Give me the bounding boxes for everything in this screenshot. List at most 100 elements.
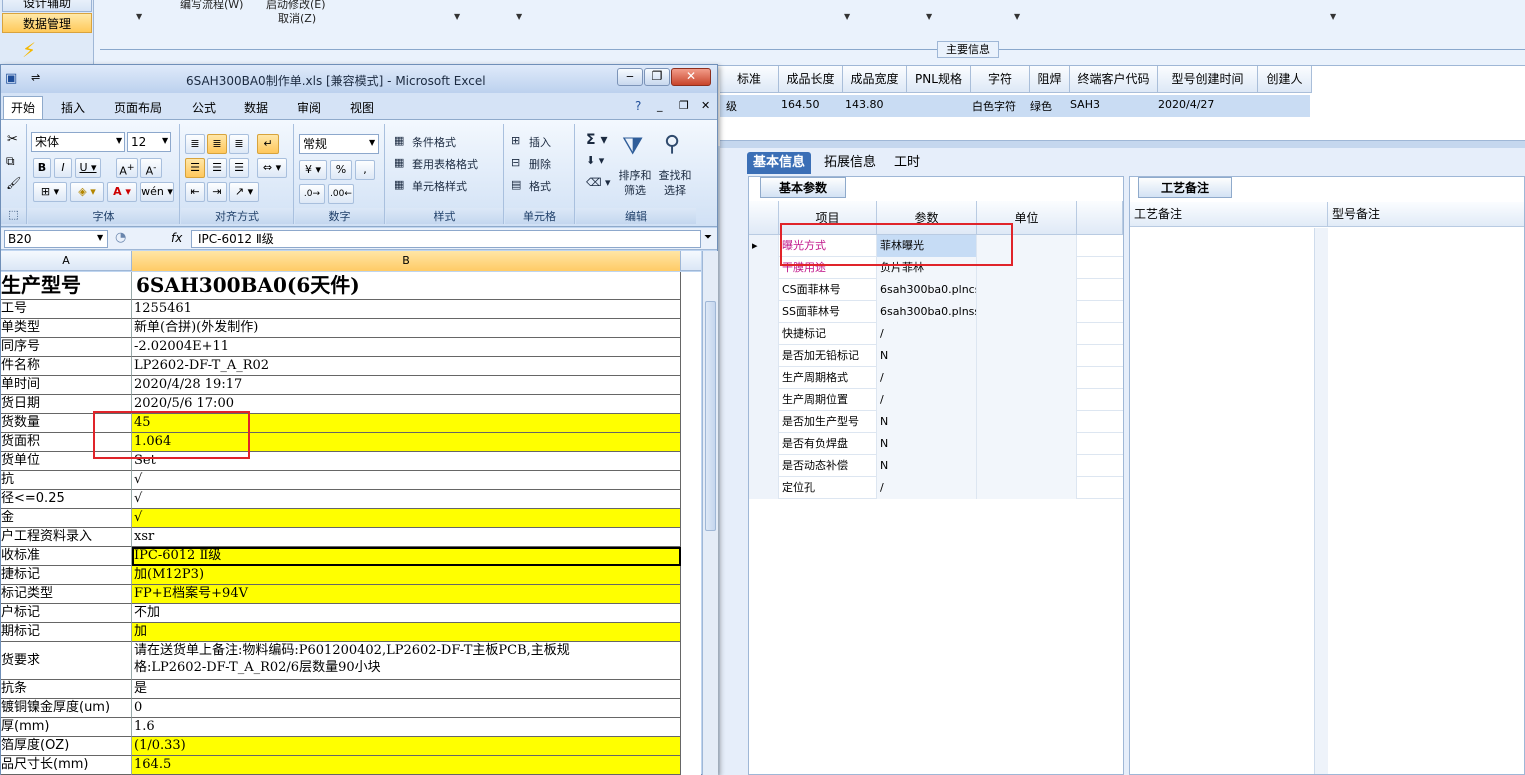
orientation-icon[interactable]: ↗ ▾ — [229, 182, 259, 202]
clear-icon[interactable]: ⌫ ▾ — [586, 176, 611, 189]
cell-b[interactable]: 1.6 — [132, 718, 681, 737]
number-format-select[interactable]: 常规 — [299, 134, 379, 154]
param-unit[interactable] — [977, 367, 1077, 389]
scroll-thumb[interactable] — [705, 301, 716, 531]
shrink-font-icon[interactable]: A- — [140, 158, 162, 178]
font-color-icon[interactable]: A ▾ — [107, 182, 137, 202]
nav-design-aid[interactable]: 设计辅助 — [2, 0, 92, 12]
italic-icon[interactable]: I — [54, 158, 72, 178]
sheet-row[interactable]: 径<=0.25 √ — [1, 490, 701, 509]
worksheet[interactable]: 生产型号 6SAH300BA0(6天件) 工号 1255461 单类型 新单(合拼)(外发… — [1, 272, 701, 775]
param-value[interactable]: N — [877, 411, 977, 433]
quick-access-icon[interactable]: ⇌ — [31, 71, 40, 84]
cell-a[interactable]: 货要求 — [1, 642, 132, 680]
cell-b[interactable]: LP2602-DF-T_A_R02 — [132, 357, 681, 376]
close-button[interactable]: ✕ — [671, 68, 711, 86]
current-row-icon[interactable]: ▸ — [749, 235, 779, 257]
cell-b[interactable]: xsr — [132, 528, 681, 547]
grow-font-icon[interactable]: A+ — [116, 158, 138, 178]
sort-filter-button[interactable]: 排序和筛选 — [616, 168, 654, 198]
param-value[interactable]: / — [877, 367, 977, 389]
col-header-process-notes[interactable]: 工艺备注 — [1130, 202, 1328, 227]
sheet-row[interactable]: 标记类型 FP+E档案号+94V — [1, 585, 701, 604]
nav-data-management[interactable]: 数据管理 — [2, 13, 92, 33]
cell-a[interactable]: 件名称 — [1, 357, 132, 376]
underline-icon[interactable]: U ▾ — [75, 158, 101, 178]
grid-header[interactable]: 成品宽度 — [843, 66, 907, 93]
fill-color-icon[interactable]: ◈ ▾ — [70, 182, 104, 202]
sheet-row[interactable]: 捷标记 加(M12P3) — [1, 566, 701, 585]
currency-icon[interactable]: ¥ ▾ — [299, 160, 327, 180]
dropdown-arrow-icon[interactable]: ▼ — [1330, 12, 1336, 21]
cell-a[interactable]: 单时间 — [1, 376, 132, 395]
param-value[interactable]: / — [877, 323, 977, 345]
sheet-row[interactable]: 工号 1255461 — [1, 300, 701, 319]
cell-b[interactable]: 2020/4/28 19:17 — [132, 376, 681, 395]
tab-data[interactable]: 数据 — [244, 99, 268, 116]
sheet-row[interactable]: 期标记加 — [1, 623, 701, 642]
cell-a[interactable]: 生产型号 — [1, 272, 132, 300]
cell-a[interactable]: 品尺寸长(mm) — [1, 756, 132, 775]
cell-b[interactable]: 不加 — [132, 604, 681, 623]
decrease-decimal-icon[interactable]: .00← — [328, 184, 354, 204]
dropdown-arrow-icon[interactable]: ▼ — [844, 12, 850, 21]
table-row[interactable]: 生产周期格式 / — [749, 367, 1123, 389]
cell-b[interactable]: IPC-6012 Ⅱ级 — [132, 547, 681, 566]
cell-b[interactable]: 0 — [132, 699, 681, 718]
cell-a[interactable]: 箔厚度(OZ) — [1, 737, 132, 756]
cell-b[interactable]: √ — [132, 509, 681, 528]
sort-filter-icon[interactable]: ⧩ — [622, 132, 643, 160]
scrollbar[interactable] — [1314, 228, 1328, 774]
bold-icon[interactable]: B — [33, 158, 51, 178]
sheet-row[interactable]: 箔厚度(OZ) (1/0.33) — [1, 737, 701, 756]
cell-a[interactable]: 捷标记 — [1, 566, 132, 585]
table-row[interactable]: 是否加无铅标记 N — [749, 345, 1123, 367]
ribbon-close-icon[interactable]: ✕ — [701, 99, 710, 112]
cell-b[interactable]: 新单(合拼)(外发制作) — [132, 319, 681, 338]
vertical-scrollbar[interactable] — [702, 251, 718, 775]
param-unit[interactable] — [977, 477, 1077, 499]
increase-decimal-icon[interactable]: .0→ — [299, 184, 325, 204]
cell-b[interactable]: 是 — [132, 680, 681, 699]
param-value[interactable]: / — [877, 477, 977, 499]
row-indicator[interactable] — [749, 367, 779, 389]
cell-b[interactable]: 6SAH300BA0(6天件) — [132, 272, 681, 300]
font-name-select[interactable]: 宋体 — [31, 132, 125, 152]
param-value[interactable]: N — [877, 455, 977, 477]
table-format-button[interactable]: 套用表格格式 — [412, 156, 478, 172]
binoculars-icon[interactable]: ⚲ — [664, 132, 680, 157]
grid-header[interactable]: 创建人 — [1258, 66, 1312, 93]
dropdown-arrow-icon[interactable]: ▼ — [454, 12, 460, 21]
delete-icon[interactable]: ⊟ — [511, 156, 520, 169]
sheet-row[interactable]: 同序号 -2.02004E+11 — [1, 338, 701, 357]
table-row[interactable]: 生产周期位置 / — [749, 389, 1123, 411]
formula-input[interactable]: IPC-6012 Ⅱ级 — [191, 230, 701, 248]
comma-icon[interactable]: , — [355, 160, 375, 180]
cut-icon[interactable]: ✂ — [7, 132, 18, 147]
phonetic-icon[interactable]: wén ▾ — [140, 182, 174, 202]
format-button[interactable]: 格式 — [529, 178, 551, 194]
dropdown-arrow-icon[interactable]: ▼ — [516, 12, 522, 21]
sheet-row[interactable]: 收标准 IPC-6012 Ⅱ级 — [1, 547, 701, 566]
grid-header[interactable]: 型号创建时间 — [1158, 66, 1258, 93]
row-indicator[interactable] — [749, 411, 779, 433]
cell-b[interactable]: FP+E档案号+94V — [132, 585, 681, 604]
grid-header[interactable]: 终端客户代码 — [1070, 66, 1158, 93]
cell-b[interactable]: √ — [132, 471, 681, 490]
conditional-format-icon[interactable]: ▦ — [394, 134, 404, 147]
param-unit[interactable] — [977, 301, 1077, 323]
tab-formulas[interactable]: 公式 — [192, 99, 216, 116]
insert-button[interactable]: 插入 — [529, 134, 551, 150]
lightning-icon[interactable]: ⚡ — [22, 38, 36, 62]
param-value[interactable]: 6sah300ba0.plnss — [877, 301, 977, 323]
tab-home[interactable]: 开始 — [3, 96, 43, 119]
chevron-down-icon[interactable]: ▼ — [116, 136, 122, 145]
align-bottom-icon[interactable]: ≣ — [229, 134, 249, 154]
chevron-down-icon[interactable]: ▼ — [162, 136, 168, 145]
insert-icon[interactable]: ⊞ — [511, 134, 520, 147]
cell-a[interactable]: 镀铜镍金厚度(um) — [1, 699, 132, 718]
splitter[interactable] — [720, 140, 1525, 148]
dropdown-arrow-icon[interactable]: ▼ — [926, 12, 932, 21]
copy-icon[interactable]: ⧉ — [6, 154, 15, 169]
cell-b[interactable]: 加 — [132, 623, 681, 642]
